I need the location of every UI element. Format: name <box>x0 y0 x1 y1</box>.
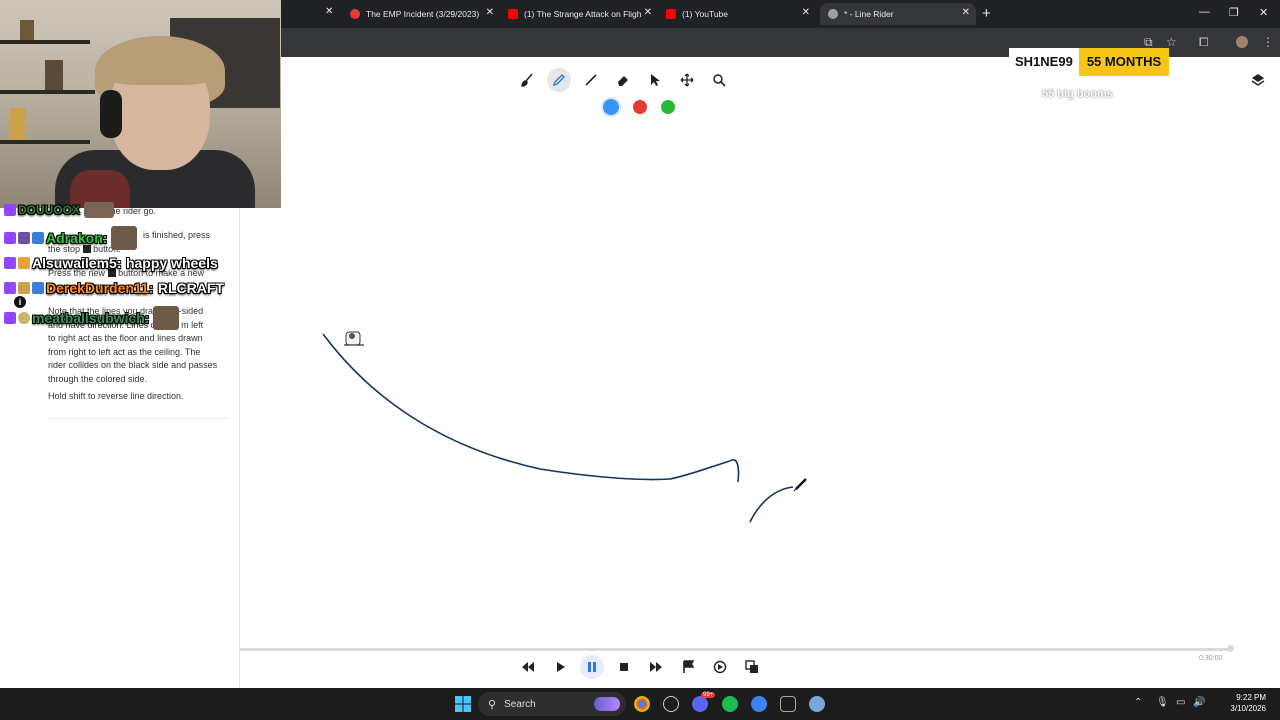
windows-start-icon[interactable] <box>455 696 471 712</box>
twitch-icon <box>4 312 16 324</box>
tool-bar <box>515 68 735 92</box>
line-icon[interactable] <box>579 68 603 92</box>
sub-badge-icon <box>18 232 30 244</box>
new-tab-button[interactable]: + <box>982 5 991 22</box>
browser-tab-emp[interactable]: The EMP Incident (3/29/2023) ✕ <box>342 3 500 25</box>
discord-icon[interactable] <box>692 696 708 712</box>
pencil-icon[interactable] <box>547 68 571 92</box>
obs-icon[interactable] <box>663 696 679 712</box>
chrome-icon[interactable] <box>634 696 650 712</box>
close-tab-icon[interactable]: ✕ <box>962 7 970 18</box>
tab-title: The EMP Incident (3/29/2023) <box>366 9 480 19</box>
close-tab-icon[interactable]: ✕ <box>644 7 652 18</box>
close-tab-icon[interactable]: ✕ <box>486 7 494 18</box>
help-text: Hold shift to reverse line direction. <box>48 391 184 401</box>
sub-alert-name: SH1NE99 <box>1009 48 1079 76</box>
twitch-icon <box>4 282 16 294</box>
chat-line: Alsuwailem5: happy wheels <box>4 253 218 273</box>
taskbar-search[interactable]: ⚲ Search <box>478 692 626 716</box>
twitch-icon <box>4 232 16 244</box>
color-swatch-red[interactable] <box>633 100 647 114</box>
compass-icon <box>18 312 30 324</box>
settings-icon[interactable] <box>809 696 825 712</box>
rider-sled-icon[interactable] <box>344 331 364 346</box>
tray-chevron-up-icon[interactable]: ⌃ <box>1134 697 1142 708</box>
zoom-icon[interactable] <box>707 68 731 92</box>
close-icon[interactable]: ✕ <box>325 6 333 17</box>
reddit-favicon-icon <box>350 9 360 19</box>
sub-alert: SH1NE99 55 MONTHS <box>1009 48 1170 76</box>
maximize-icon[interactable]: ❐ <box>1229 6 1239 19</box>
clock-time: 9:22 PM <box>1236 693 1266 702</box>
info-icon: i <box>14 296 26 308</box>
messenger-icon[interactable] <box>751 696 767 712</box>
taskbar-clock[interactable]: 9:22 PM 3/10/2026 <box>1210 692 1266 714</box>
steam-icon[interactable] <box>780 696 796 712</box>
playback-controls <box>515 655 765 679</box>
color-swatch-green[interactable] <box>661 100 675 114</box>
flag-icon[interactable] <box>676 655 700 679</box>
timeline-end-marker[interactable] <box>1227 645 1234 652</box>
network-icon[interactable]: ▭ <box>1176 697 1185 708</box>
browser-tab-line-rider[interactable]: * - Line Rider ✕ <box>820 3 976 25</box>
microphone-icon[interactable]: 🎙 <box>1156 697 1169 708</box>
eraser-icon[interactable] <box>611 68 635 92</box>
gear-badge-icon <box>18 282 30 294</box>
tab-title: * - Line Rider <box>844 9 894 19</box>
onion-skin-icon[interactable] <box>740 655 764 679</box>
crown-icon <box>32 282 44 294</box>
search-highlight-icon <box>594 697 620 711</box>
profile-avatar[interactable] <box>1236 36 1248 48</box>
twitch-icon <box>4 257 16 269</box>
fast-forward-icon[interactable] <box>644 655 668 679</box>
bookmark-star-icon[interactable]: ☆ <box>1166 35 1177 49</box>
timecode: 0:30:00 <box>1199 655 1223 662</box>
pan-icon[interactable] <box>675 68 699 92</box>
timeline-track[interactable] <box>240 648 1232 651</box>
chat-line: DOUUOOX <box>4 200 115 220</box>
window-close-icon[interactable]: ✕ <box>1259 6 1268 19</box>
chat-line: Adrakon: <box>4 226 138 250</box>
search-label: Search <box>504 698 536 710</box>
volume-icon[interactable]: 🔊 <box>1193 697 1205 708</box>
rewind-icon[interactable] <box>516 655 540 679</box>
webcam-overlay <box>0 0 281 208</box>
globe-favicon-icon <box>828 9 838 19</box>
youtube-favicon-icon <box>666 9 676 19</box>
menu-kebab-icon[interactable]: ⋮ <box>1262 35 1274 49</box>
minimize-icon[interactable]: — <box>1199 6 1210 18</box>
sword-icon <box>18 257 30 269</box>
tab-title: (1) YouTube <box>682 9 728 19</box>
chat-line: meatballsubwich: <box>4 306 180 330</box>
brush-icon[interactable] <box>515 68 539 92</box>
pencil-cursor-icon <box>793 478 807 492</box>
notification-badge: 99+ <box>701 692 716 698</box>
play-icon[interactable] <box>548 655 572 679</box>
youtube-favicon-icon <box>508 9 518 19</box>
divider <box>48 418 228 419</box>
chat-line: DerekDurden11: RLCRAFT <box>4 278 224 298</box>
search-icon: ⚲ <box>488 698 497 711</box>
extensions-icon[interactable]: ⧠ <box>1199 35 1209 50</box>
crown-icon <box>32 232 44 244</box>
browser-tab-youtube[interactable]: (1) YouTube ✕ <box>658 3 816 25</box>
stop-icon[interactable] <box>612 655 636 679</box>
spotify-icon[interactable] <box>722 696 738 712</box>
clock-date: 3/10/2026 <box>1230 704 1266 713</box>
speed-icon[interactable] <box>708 655 732 679</box>
close-tab-icon[interactable]: ✕ <box>802 7 810 18</box>
pointer-icon[interactable] <box>643 68 667 92</box>
color-swatch-blue[interactable] <box>603 99 619 115</box>
sub-alert-message: 55 big booms <box>1042 88 1113 100</box>
tab-title: (1) The Strange Attack on Fligh <box>524 9 642 19</box>
drawing-canvas[interactable] <box>240 57 1280 647</box>
twitch-icon <box>4 204 16 216</box>
layers-icon[interactable] <box>1250 72 1266 93</box>
sub-alert-months: 55 MONTHS <box>1078 48 1170 76</box>
pause-icon[interactable] <box>580 655 604 679</box>
browser-tab-strange-attack[interactable]: (1) The Strange Attack on Fligh ✕ <box>500 3 658 25</box>
